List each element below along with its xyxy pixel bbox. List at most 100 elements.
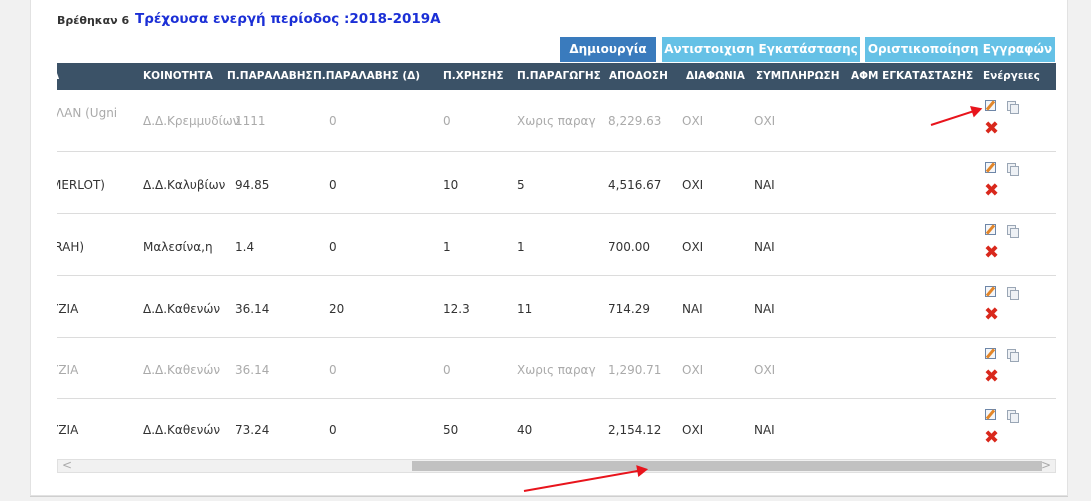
cell-variety: 'RAH) xyxy=(57,240,85,254)
column-header-usage[interactable]: Π.ΧΡΗΣΗΣ xyxy=(443,63,504,90)
cell-disagreement: ΝΑΙ xyxy=(682,302,703,316)
edit-icon[interactable] xyxy=(985,348,996,359)
table-row: MERLOT) Δ.Δ.Καλυβίων 94.85 0 10 5 4,516.… xyxy=(57,152,1056,214)
edit-icon[interactable] xyxy=(985,409,996,420)
delete-icon[interactable]: ✖ xyxy=(984,182,999,200)
table-row: ΥΖΙΑ Δ.Δ.Καθενών 73.24 0 50 40 2,154.12 … xyxy=(57,399,1056,459)
match-installation-button[interactable]: Αντιστοιχιση Εγκατάστασης xyxy=(662,37,860,62)
row-actions: ✖ xyxy=(984,100,1045,144)
cell-disagreement: ΟΧΙ xyxy=(682,423,704,437)
cell-disagreement: ΟΧΙ xyxy=(682,114,704,128)
cell-receipt-d: 0 xyxy=(329,423,337,437)
table-row: ΥΖΙΑ Δ.Δ.Καθενών 36.14 20 12.3 11 714.29… xyxy=(57,276,1056,338)
row-actions: ✖ xyxy=(984,409,1045,453)
row-actions: ✖ xyxy=(984,162,1045,206)
copy-icon[interactable] xyxy=(1007,163,1019,176)
cell-receipt: 36.14 xyxy=(235,363,270,377)
delete-icon[interactable]: ✖ xyxy=(984,244,999,262)
cell-receipt-d: 0 xyxy=(329,363,337,377)
cell-receipt: 94.85 xyxy=(235,178,270,192)
cell-receipt: 1111 xyxy=(235,114,266,128)
cell-completion: ΟΧΙ xyxy=(754,363,776,377)
column-header-variety[interactable]: Α xyxy=(57,63,59,90)
cell-community: Δ.Δ.Καθενών xyxy=(143,363,221,377)
column-header-community[interactable]: ΚΟΙΝΟΤΗΤΑ xyxy=(143,63,213,90)
delete-icon[interactable]: ✖ xyxy=(984,120,999,138)
results-count: Βρέθηκαν 6 xyxy=(57,14,130,27)
cell-variety: ΥΖΙΑ xyxy=(57,302,79,316)
column-header-installation-afm[interactable]: ΑΦΜ ΕΓΚΑΤΑΣΤΑΣΗΣ xyxy=(851,63,973,90)
panel-bottom-border xyxy=(30,496,1068,497)
cell-receipt-d: 20 xyxy=(329,302,345,316)
cell-production: 1 xyxy=(517,240,525,254)
cell-usage: 10 xyxy=(443,178,459,192)
cell-receipt-d: 0 xyxy=(329,114,337,128)
cell-receipt-d: 0 xyxy=(329,178,337,192)
cell-usage: 0 xyxy=(443,114,451,128)
cell-variety: MERLOT) xyxy=(57,178,105,192)
cell-production: Χωρις παραγ xyxy=(517,114,596,128)
copy-icon[interactable] xyxy=(1007,101,1019,114)
delete-icon[interactable]: ✖ xyxy=(984,368,999,386)
cell-variety: ΥΖΙΑ xyxy=(57,363,79,377)
cell-yield: 4,516.67 xyxy=(608,178,662,192)
delete-icon[interactable]: ✖ xyxy=(984,429,999,447)
cell-receipt-d: 0 xyxy=(329,240,337,254)
cell-usage: 0 xyxy=(443,363,451,377)
cell-community: Δ.Δ.Καθενών xyxy=(143,423,221,437)
cell-receipt: 1.4 xyxy=(235,240,255,254)
cell-variety: ΥΖΙΑ xyxy=(57,423,79,437)
column-header-completion[interactable]: ΣΥΜΠΛΗΡΩΣΗ xyxy=(756,63,840,90)
copy-icon[interactable] xyxy=(1007,349,1019,362)
column-header-receipt-d[interactable]: Π.ΠΑΡΑΛΑΒΗΣ (Δ) xyxy=(313,63,420,90)
active-period-label: Τρέχουσα ενεργή περίοδος :2018-2019Α xyxy=(135,11,441,27)
column-header-disagreement[interactable]: ΔΙΑΦΩΝΙΑ xyxy=(686,63,745,90)
row-actions: ✖ xyxy=(984,224,1045,268)
cell-receipt: 73.24 xyxy=(235,423,270,437)
cell-production: Χωρις παραγ xyxy=(517,363,596,377)
scroll-left-arrow-icon[interactable]: < xyxy=(62,458,72,472)
cell-usage: 50 xyxy=(443,423,459,437)
edit-icon[interactable] xyxy=(985,100,996,111)
delete-icon[interactable]: ✖ xyxy=(984,306,999,324)
cell-receipt: 36.14 xyxy=(235,302,270,316)
cell-completion: ΝΑΙ xyxy=(754,178,775,192)
row-actions: ✖ xyxy=(984,286,1045,330)
cell-disagreement: ΟΧΙ xyxy=(682,363,704,377)
copy-icon[interactable] xyxy=(1007,287,1019,300)
cell-completion: ΝΑΙ xyxy=(754,302,775,316)
cell-disagreement: ΟΧΙ xyxy=(682,240,704,254)
table-row: ΥΖΙΑ Δ.Δ.Καθενών 36.14 0 0 Χωρις παραγ 1… xyxy=(57,338,1056,399)
cell-usage: 12.3 xyxy=(443,302,470,316)
copy-icon[interactable] xyxy=(1007,410,1019,423)
column-header-receipt[interactable]: Π.ΠΑΡΑΛΑΒΗΣ xyxy=(227,63,313,90)
cell-yield: 714.29 xyxy=(608,302,650,316)
cell-yield: 2,154.12 xyxy=(608,423,662,437)
horizontal-scrollbar[interactable]: < > xyxy=(57,458,1056,473)
table-header: Α ΚΟΙΝΟΤΗΤΑ Π.ΠΑΡΑΛΑΒΗΣ Π.ΠΑΡΑΛΑΒΗΣ (Δ) … xyxy=(57,63,1056,90)
cell-usage: 1 xyxy=(443,240,451,254)
cell-yield: 8,229.63 xyxy=(608,114,662,128)
cell-production: 11 xyxy=(517,302,533,316)
copy-icon[interactable] xyxy=(1007,225,1019,238)
cell-completion: ΝΑΙ xyxy=(754,423,775,437)
finalize-records-button[interactable]: Οριστικοποίηση Εγγραφών xyxy=(865,37,1055,62)
scroll-right-arrow-icon[interactable]: > xyxy=(1041,458,1051,472)
cell-disagreement: ΟΧΙ xyxy=(682,178,704,192)
cell-variety: ΊΛΑΝ (Ugni xyxy=(57,106,118,120)
cell-community: Δ.Δ.Καθενών xyxy=(143,302,221,316)
table-row: ΊΛΑΝ (Ugni Δ.Δ.Κρεμμυδίων 1111 0 0 Χωρις… xyxy=(57,90,1056,152)
edit-icon[interactable] xyxy=(985,224,996,235)
column-header-production[interactable]: Π.ΠΑΡΑΓΩΓΗΣ xyxy=(517,63,601,90)
cell-completion: ΝΑΙ xyxy=(754,240,775,254)
cell-yield: 700.00 xyxy=(608,240,650,254)
edit-icon[interactable] xyxy=(985,162,996,173)
cell-production: 40 xyxy=(517,423,533,437)
scrollbar-thumb[interactable] xyxy=(412,461,1042,471)
edit-icon[interactable] xyxy=(985,286,996,297)
cell-community: Δ.Δ.Κρεμμυδίων xyxy=(143,114,240,128)
cell-completion: ΟΧΙ xyxy=(754,114,776,128)
row-actions: ✖ xyxy=(984,348,1045,392)
column-header-yield[interactable]: ΑΠΟΔΟΣΗ xyxy=(609,63,668,90)
create-button[interactable]: Δημιουργία xyxy=(560,37,656,62)
